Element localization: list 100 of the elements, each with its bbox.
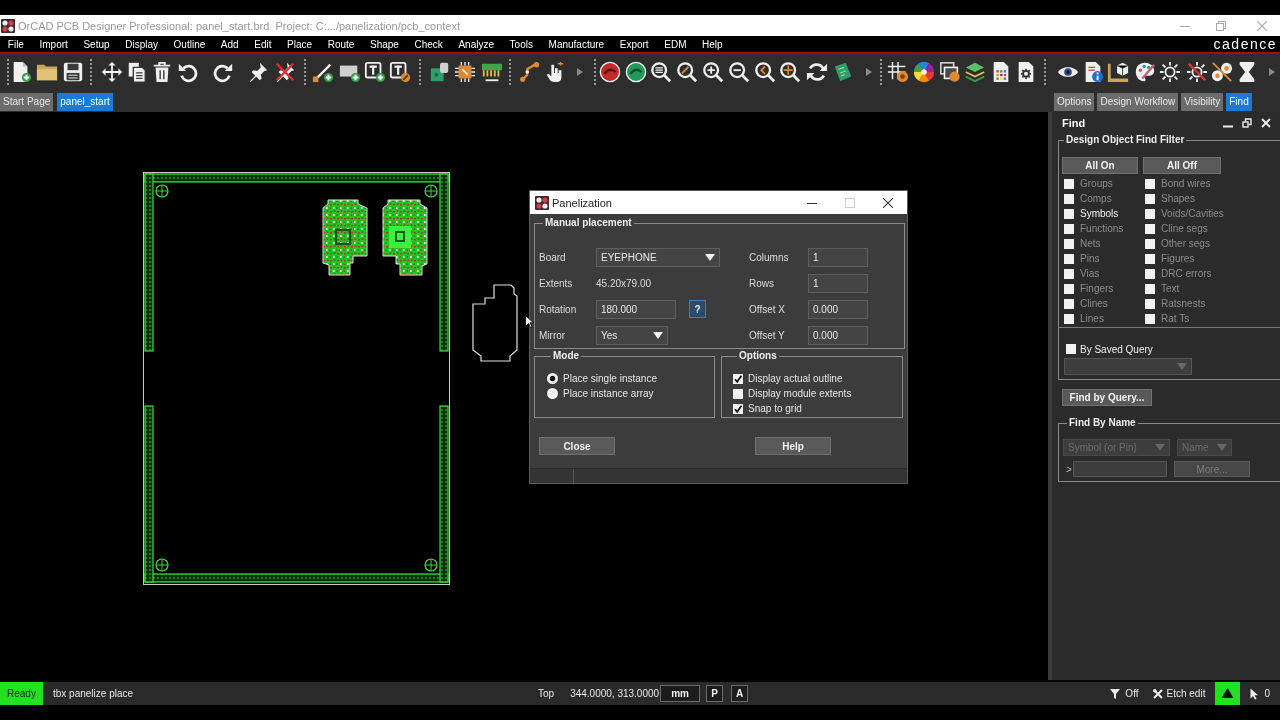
route-icon[interactable]	[519, 60, 541, 83]
menu-item[interactable]: Manufacture	[540, 38, 612, 50]
pin-icon[interactable]	[247, 60, 269, 83]
ready-status: Ready	[0, 682, 43, 705]
dialog-button[interactable]: Close	[539, 437, 615, 455]
field-label: Offset Y	[749, 329, 786, 341]
filter-button[interactable]: All On	[1062, 157, 1138, 174]
component-icon[interactable]	[429, 60, 451, 83]
menu-item[interactable]: Setup	[75, 38, 118, 50]
panel-tab[interactable]: Design Workflow	[1097, 93, 1179, 111]
unpin-icon[interactable]	[274, 60, 296, 83]
menu-item[interactable]: Check	[406, 38, 451, 50]
zoom-previous-icon[interactable]	[754, 60, 776, 83]
menu-item[interactable]: Export	[611, 38, 657, 50]
name-field[interactable]	[1073, 461, 1167, 477]
grid-icon[interactable]	[887, 60, 909, 83]
checkbox-label: Voids/Cavities	[1161, 208, 1224, 219]
help-button[interactable]: ?	[689, 300, 706, 318]
copy-icon[interactable]	[126, 60, 148, 83]
document-tab[interactable]: panel_start	[57, 93, 113, 111]
sun-off-icon[interactable]	[1186, 60, 1208, 83]
toggle-button[interactable]: A	[731, 685, 749, 702]
trash-icon[interactable]	[151, 60, 173, 83]
text-field[interactable]: 0.000	[808, 325, 868, 345]
caret-icon[interactable]	[866, 67, 872, 76]
radio-label: Place instance array	[563, 388, 654, 399]
menu-item[interactable]: Import	[31, 38, 76, 50]
checkbox[interactable]	[1064, 208, 1074, 219]
pointer-icon[interactable]	[1250, 687, 1260, 700]
save-icon[interactable]	[62, 60, 84, 83]
windows-icon[interactable]	[939, 60, 961, 83]
radio-button[interactable]	[547, 388, 558, 399]
palette-icon[interactable]	[1134, 60, 1156, 83]
close-icon[interactable]	[883, 197, 893, 208]
menu-item[interactable]: EDM	[656, 38, 695, 50]
panel-tab[interactable]: Visibility	[1181, 93, 1224, 111]
zoom-out-icon[interactable]	[728, 60, 750, 83]
menu-item[interactable]: Tools	[501, 38, 541, 50]
warning-icon[interactable]	[1215, 682, 1241, 705]
text-field[interactable]: 1	[808, 247, 868, 267]
checkbox-label: By Saved Query	[1080, 343, 1153, 355]
ruler-cube-icon[interactable]	[1107, 60, 1129, 83]
group-title: Mode	[552, 350, 581, 362]
dropdown[interactable]: Yes	[596, 325, 668, 345]
dropdown[interactable]: EYEPHONE	[596, 247, 720, 267]
menu-item[interactable]: Display	[117, 38, 166, 50]
zoom-icon[interactable]	[676, 60, 698, 83]
find-by-query-button[interactable]: Find by Query...	[1062, 389, 1152, 406]
float-icon[interactable]	[1242, 118, 1252, 128]
zoom-center-icon[interactable]	[779, 60, 801, 83]
discs-icon[interactable]	[1211, 60, 1233, 83]
panel-tab[interactable]: Find	[1226, 93, 1252, 111]
checkbox-label: Symbols	[1080, 208, 1119, 219]
board-icon[interactable]	[832, 60, 854, 83]
window-title: OrCAD PCB Designer Professional: panel_start.brd Project: C:.../panelization/pcb_context	[18, 19, 461, 32]
sun-icon[interactable]	[1159, 60, 1181, 83]
move-icon[interactable]	[101, 60, 123, 83]
menu-item[interactable]: File	[0, 38, 32, 50]
checkbox-label: Comps	[1080, 193, 1112, 204]
disc-icon[interactable]	[599, 60, 621, 83]
filter-status: Off	[1125, 688, 1139, 699]
toggle-button[interactable]: P	[706, 685, 724, 702]
checkbox[interactable]	[733, 373, 743, 384]
refresh-icon[interactable]	[806, 60, 828, 83]
menu-item[interactable]: Edit	[246, 38, 280, 50]
layers-icon[interactable]	[964, 60, 986, 83]
caret-icon[interactable]	[577, 67, 583, 76]
menu-item[interactable]: Route	[319, 38, 363, 50]
text-field[interactable]: 0.000	[808, 299, 868, 319]
zoom-fit-icon[interactable]	[650, 60, 672, 83]
zoom-in-icon[interactable]	[702, 60, 724, 83]
checkbox-label: Figures	[1161, 253, 1195, 264]
units-button[interactable]: mm	[660, 685, 701, 702]
disc-icon[interactable]	[625, 60, 647, 83]
hand-icon[interactable]	[544, 60, 566, 83]
dialog-button[interactable]: Help	[755, 437, 831, 455]
add-text-icon[interactable]	[364, 60, 386, 83]
menu-item[interactable]: Place	[279, 38, 320, 50]
filter-icon[interactable]	[1110, 688, 1121, 699]
menu-item[interactable]: Add	[213, 38, 247, 50]
active-layer: Top	[538, 688, 555, 699]
text-field[interactable]: 1	[808, 273, 868, 293]
checkbox[interactable]	[733, 388, 743, 399]
tools-icon[interactable]	[1152, 688, 1163, 699]
menu-item[interactable]: Shape	[362, 38, 407, 50]
color-wheel-icon[interactable]	[913, 60, 935, 83]
menu-item[interactable]: Analyze	[450, 38, 502, 50]
checkbox[interactable]	[1066, 344, 1076, 354]
document-tab[interactable]: Start Page	[0, 93, 54, 111]
radio-button[interactable]	[547, 373, 558, 384]
menu-item[interactable]: Outline	[165, 38, 214, 50]
filter-button[interactable]: All Off	[1143, 157, 1221, 174]
panel-tab[interactable]: Options	[1054, 93, 1095, 111]
menu-item[interactable]: Help	[694, 38, 731, 50]
caret-icon[interactable]	[1269, 67, 1275, 76]
caret-icon	[1155, 444, 1165, 451]
chip-icon[interactable]	[454, 60, 476, 83]
checkbox[interactable]	[733, 403, 743, 414]
text-field[interactable]: 180.000	[596, 299, 676, 319]
edit-text-icon[interactable]	[389, 60, 411, 83]
